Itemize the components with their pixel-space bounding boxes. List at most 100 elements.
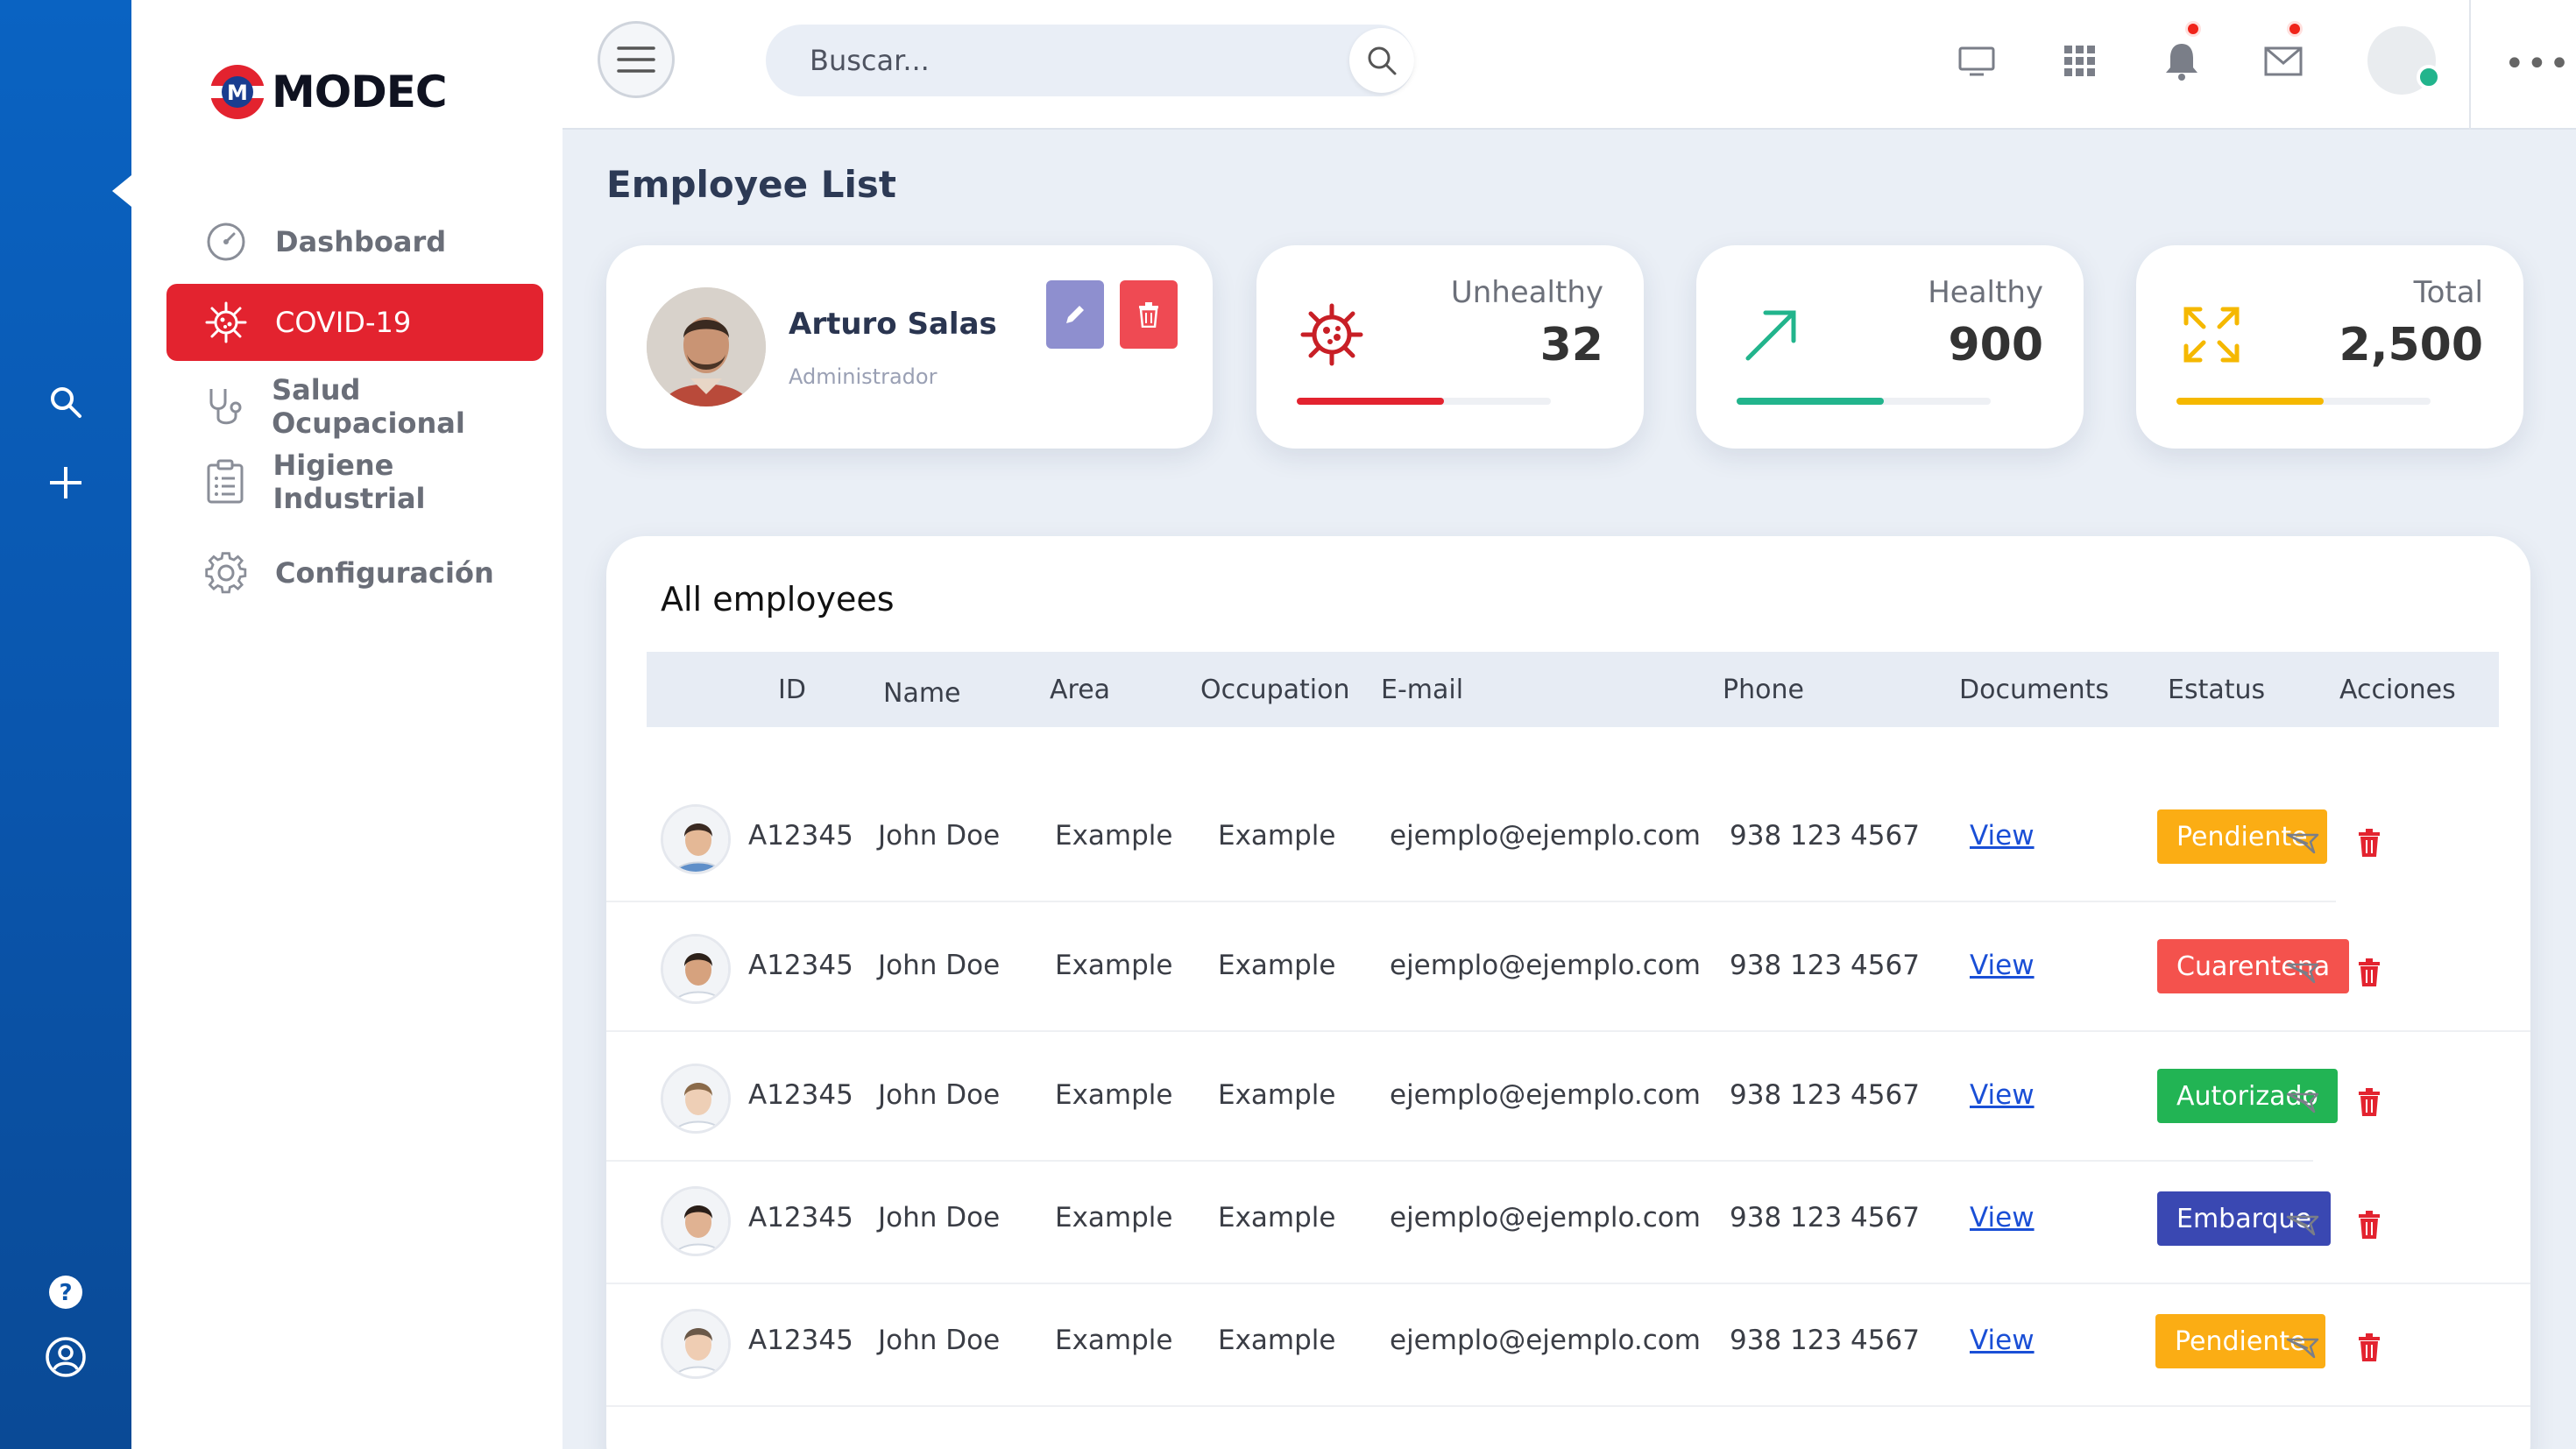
cell-occupation: Example xyxy=(1218,1202,1336,1233)
add-icon[interactable] xyxy=(35,452,96,513)
sidebar: M MODEC Dashboard COVID-19 Salud Ocupaci… xyxy=(131,0,563,1449)
view-documents-link[interactable]: View xyxy=(1970,950,2035,981)
table-row[interactable]: A12345 John Doe Example Example ejemplo@ejem… xyxy=(606,1039,2530,1162)
column-header-estatus[interactable]: Estatus xyxy=(2168,675,2265,705)
cell-id: A12345 xyxy=(748,820,853,852)
cell-email: ejemplo@ejemplo.com xyxy=(1390,1202,1701,1233)
row-divider xyxy=(606,1405,2530,1407)
menu-toggle-button[interactable] xyxy=(598,21,675,98)
search-input[interactable] xyxy=(810,25,1300,96)
cell-id: A12345 xyxy=(748,1079,853,1111)
table-row[interactable]: A12345 John Doe Example Example ejemplo@ejem… xyxy=(606,1162,2530,1284)
search-button[interactable] xyxy=(1349,28,1414,93)
column-header-occupation[interactable]: Occupation xyxy=(1200,675,1350,705)
view-documents-link[interactable]: View xyxy=(1970,1202,2035,1233)
brand-logo[interactable]: M MODEC xyxy=(209,63,448,121)
table-row[interactable]: A12345 John Doe Example Example ejemplo@ejem… xyxy=(606,909,2530,1032)
sidebar-item-configuracion[interactable]: Configuración xyxy=(166,534,543,611)
send-icon[interactable] xyxy=(2283,823,2322,862)
trash-icon xyxy=(1139,302,1158,328)
sidebar-item-salud-ocupacional[interactable]: Salud Ocupacional xyxy=(166,368,543,445)
sidebar-item-label: COVID-19 xyxy=(275,306,412,339)
view-documents-link[interactable]: View xyxy=(1970,1325,2035,1356)
trash-icon[interactable] xyxy=(2350,953,2388,992)
view-documents-link[interactable]: View xyxy=(1970,1079,2035,1111)
cell-name: John Doe xyxy=(878,950,1001,981)
mail-icon[interactable] xyxy=(2257,21,2310,88)
view-documents-link[interactable]: View xyxy=(1970,820,2035,852)
search-icon[interactable] xyxy=(35,371,96,433)
cell-area: Example xyxy=(1055,1079,1173,1111)
table-row[interactable]: A12345 John Doe Example Example ejemplo@ejem… xyxy=(606,780,2530,902)
send-icon[interactable] xyxy=(2283,1205,2322,1244)
stat-card-healthy: Healthy 900 xyxy=(1696,245,2084,449)
cell-id: A12345 xyxy=(748,1325,853,1356)
virus-icon xyxy=(202,298,251,347)
sidebar-item-dashboard[interactable]: Dashboard xyxy=(166,203,543,280)
sidebar-item-label: Higiene Industrial xyxy=(272,449,426,515)
profile-card: Arturo Salas Administrador xyxy=(606,245,1213,449)
send-icon[interactable] xyxy=(2283,1083,2322,1121)
trash-icon[interactable] xyxy=(2350,1083,2388,1121)
column-header-area[interactable]: Area xyxy=(1050,675,1110,705)
table-row[interactable]: A12345 John Doe Example Example ejemplo@ejem… xyxy=(606,1284,2530,1407)
profile-name: Arturo Salas xyxy=(789,307,997,342)
search-icon xyxy=(1368,46,1397,75)
trash-icon[interactable] xyxy=(2350,1205,2388,1244)
stat-progress-fill xyxy=(2176,398,2325,405)
employees-table-card: All employees ID Name Area Occupation E-… xyxy=(606,536,2530,1449)
column-header-documents[interactable]: Documents xyxy=(1959,675,2109,705)
sidebar-item-label: Dashboard xyxy=(275,225,447,258)
stat-progress-track xyxy=(1297,398,1551,405)
apps-grid-icon[interactable] xyxy=(2054,35,2106,88)
column-header-id[interactable]: ID xyxy=(778,675,806,705)
stat-label: Healthy xyxy=(1928,275,2043,310)
notifications-bell-icon[interactable] xyxy=(2155,21,2208,88)
stat-progress-fill xyxy=(1737,398,1885,405)
cell-phone: 938 123 4567 xyxy=(1730,1202,1920,1233)
sidebar-item-label: Configuración xyxy=(275,556,494,590)
column-header-email[interactable]: E-mail xyxy=(1381,675,1463,705)
cell-phone: 938 123 4567 xyxy=(1730,1325,1920,1356)
sidebar-item-covid19[interactable]: COVID-19 xyxy=(166,284,543,361)
send-icon[interactable] xyxy=(2283,1328,2322,1367)
cell-name: John Doe xyxy=(878,1202,1001,1233)
user-profile-icon[interactable] xyxy=(35,1326,96,1388)
trending-up-arrow-icon xyxy=(1737,300,1807,370)
table-title: All employees xyxy=(661,580,895,618)
employee-avatar xyxy=(661,1186,731,1256)
user-avatar[interactable] xyxy=(2367,26,2441,95)
table-header: ID Name Area Occupation E-mail Phone Doc… xyxy=(647,652,2499,727)
column-header-name[interactable]: Name xyxy=(883,678,961,709)
profile-role: Administrador xyxy=(789,364,938,389)
more-options-icon[interactable]: ••• xyxy=(2504,44,2572,84)
trash-icon[interactable] xyxy=(2350,1328,2388,1367)
stat-card-total: Total 2,500 xyxy=(2136,245,2523,449)
stat-value: 32 xyxy=(1539,319,1603,371)
stat-value: 2,500 xyxy=(2339,319,2483,371)
delete-profile-button[interactable] xyxy=(1120,280,1178,349)
column-header-phone[interactable]: Phone xyxy=(1723,675,1804,705)
cell-area: Example xyxy=(1055,1325,1173,1356)
employee-avatar xyxy=(661,1309,731,1379)
help-icon[interactable]: ? xyxy=(35,1262,96,1323)
app-rail: ? xyxy=(0,0,131,1449)
cell-name: John Doe xyxy=(878,1079,1001,1111)
profile-photo xyxy=(647,287,766,406)
cell-occupation: Example xyxy=(1218,820,1336,852)
monitor-icon[interactable] xyxy=(1950,35,2003,88)
svg-text:M: M xyxy=(227,81,248,105)
hamburger-icon xyxy=(617,46,655,73)
cell-id: A12345 xyxy=(748,1202,853,1233)
cell-occupation: Example xyxy=(1218,950,1336,981)
cell-email: ejemplo@ejemplo.com xyxy=(1390,820,1701,852)
sidebar-item-higiene-industrial[interactable]: Higiene Industrial xyxy=(166,443,543,520)
send-icon[interactable] xyxy=(2283,953,2322,992)
edit-profile-button[interactable] xyxy=(1046,280,1104,349)
trash-icon[interactable] xyxy=(2350,823,2388,862)
top-bar: ••• xyxy=(563,0,2576,130)
cell-area: Example xyxy=(1055,950,1173,981)
clipboard-icon xyxy=(202,457,248,506)
cell-email: ejemplo@ejemplo.com xyxy=(1390,1079,1701,1111)
column-header-acciones[interactable]: Acciones xyxy=(2339,675,2456,705)
